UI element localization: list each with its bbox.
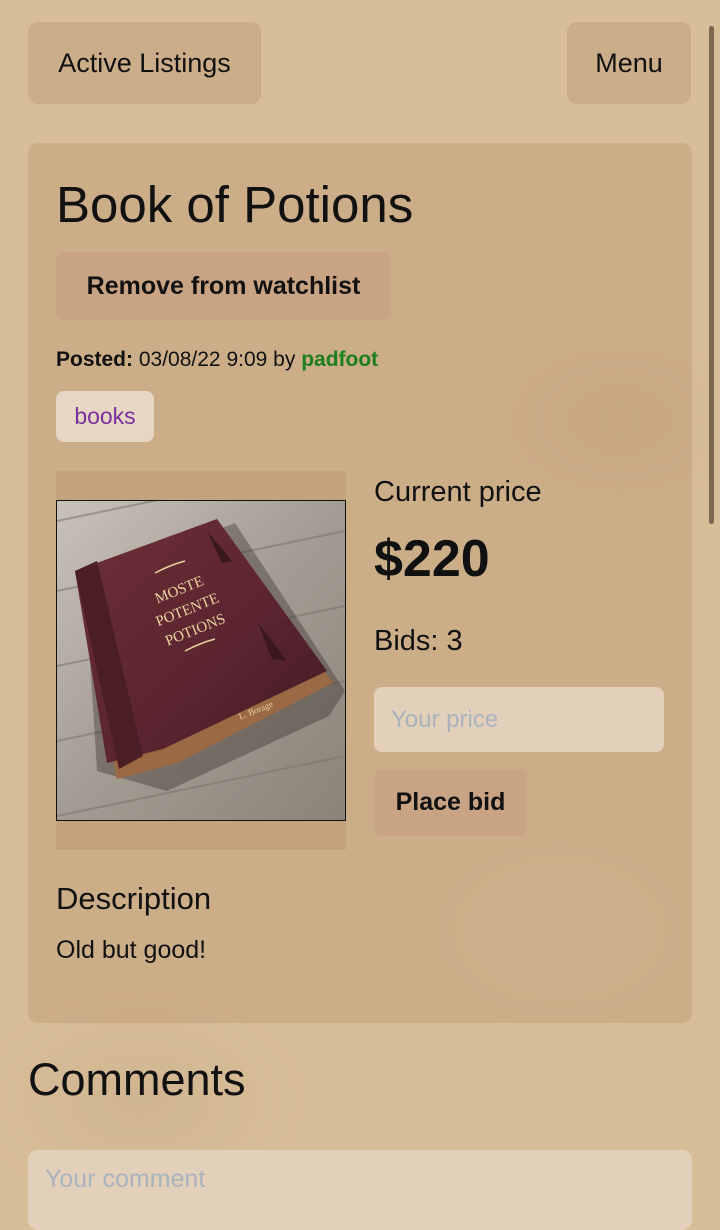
description-text: Old but good! — [56, 936, 207, 964]
bids-count: Bids: 3 — [374, 625, 463, 657]
description-heading: Description — [56, 881, 212, 916]
by-text: by — [273, 348, 296, 371]
listing-photo: MOSTE POTENTE POTIONS L. Borage — [56, 500, 346, 821]
listing-card: Book of Potions Remove from watchlist Po… — [28, 143, 692, 1023]
place-bid-button[interactable]: Place bid — [374, 769, 527, 836]
comment-input[interactable] — [28, 1150, 692, 1230]
active-listings-link[interactable]: Active Listings — [28, 22, 261, 104]
scrollbar[interactable] — [709, 26, 714, 524]
comments-heading: Comments — [28, 1054, 246, 1105]
current-price-label: Current price — [374, 476, 542, 508]
bid-price-input[interactable] — [374, 687, 664, 752]
remove-watchlist-button[interactable]: Remove from watchlist — [56, 252, 391, 320]
current-price: $220 — [374, 530, 490, 588]
category-tag[interactable]: books — [56, 391, 154, 442]
listing-title: Book of Potions — [56, 176, 414, 233]
menu-button[interactable]: Menu — [567, 22, 691, 104]
posted-info: Posted: 03/08/22 9:09 by padfoot — [56, 348, 378, 372]
posted-date: 03/08/22 9:09 — [138, 348, 268, 371]
posted-label: Posted: — [56, 348, 134, 371]
author-link[interactable]: padfoot — [301, 348, 378, 371]
listing-image-container: MOSTE POTENTE POTIONS L. Borage — [56, 471, 346, 850]
